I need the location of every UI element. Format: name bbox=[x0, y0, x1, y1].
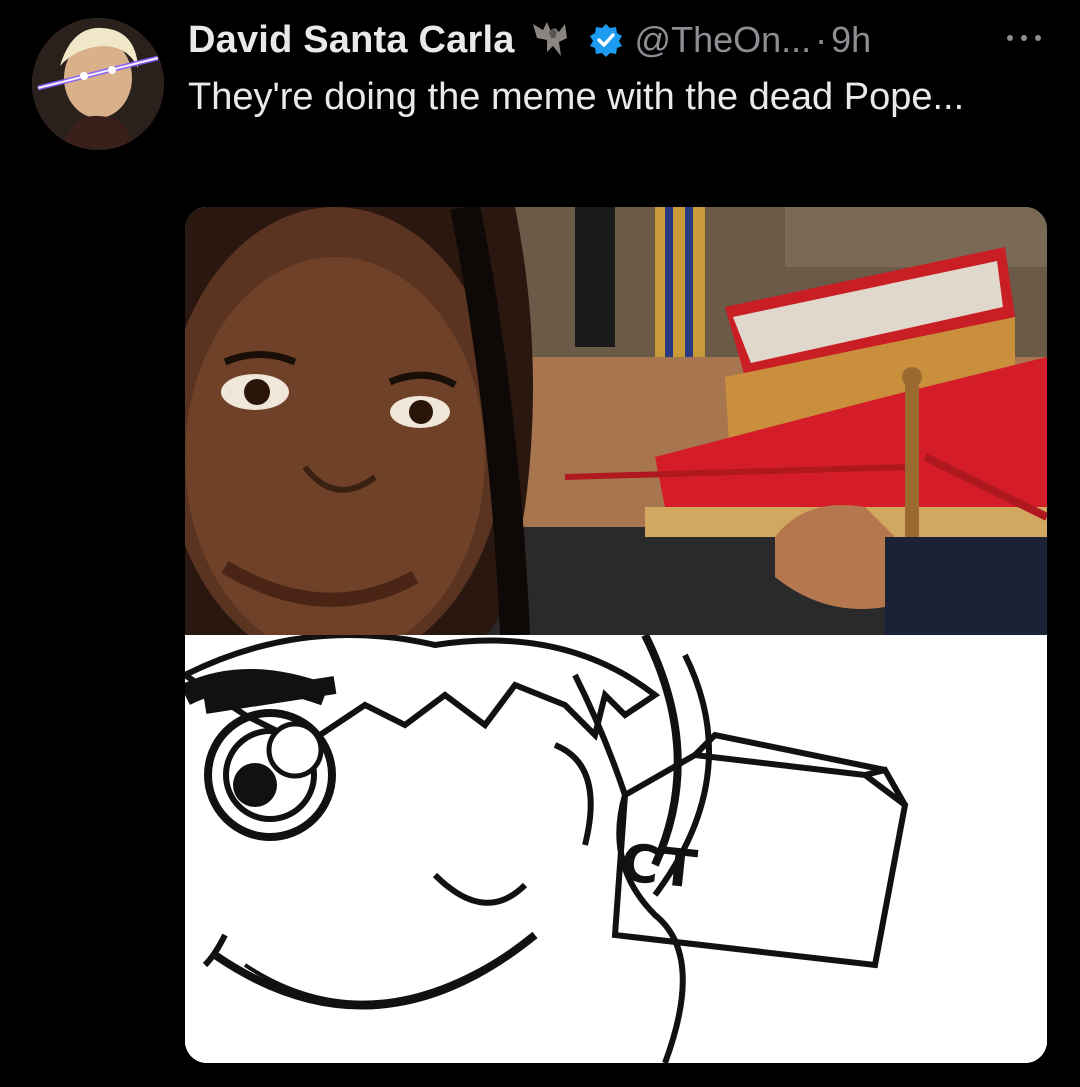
avatar[interactable] bbox=[32, 18, 164, 150]
meme-photo bbox=[185, 207, 1047, 635]
box-label: CT bbox=[618, 833, 702, 901]
bat-icon bbox=[529, 18, 581, 62]
tweet[interactable]: David Santa Carla @TheOn... · 9h They're… bbox=[0, 0, 1080, 1087]
meme-drawing bbox=[185, 635, 1047, 1063]
timestamp[interactable]: 9h bbox=[831, 19, 871, 61]
verified-icon bbox=[589, 23, 623, 57]
avatar-image bbox=[32, 18, 164, 150]
handle[interactable]: @TheOn... bbox=[635, 19, 812, 61]
separator-dot: · bbox=[815, 19, 828, 60]
more-icon[interactable] bbox=[1002, 28, 1046, 48]
tweet-text: They're doing the meme with the dead Pop… bbox=[188, 76, 965, 118]
tweet-media[interactable]: CT bbox=[185, 207, 1047, 1063]
display-name[interactable]: David Santa Carla bbox=[188, 19, 515, 62]
tweet-header: David Santa Carla @TheOn... · 9h bbox=[188, 12, 871, 68]
